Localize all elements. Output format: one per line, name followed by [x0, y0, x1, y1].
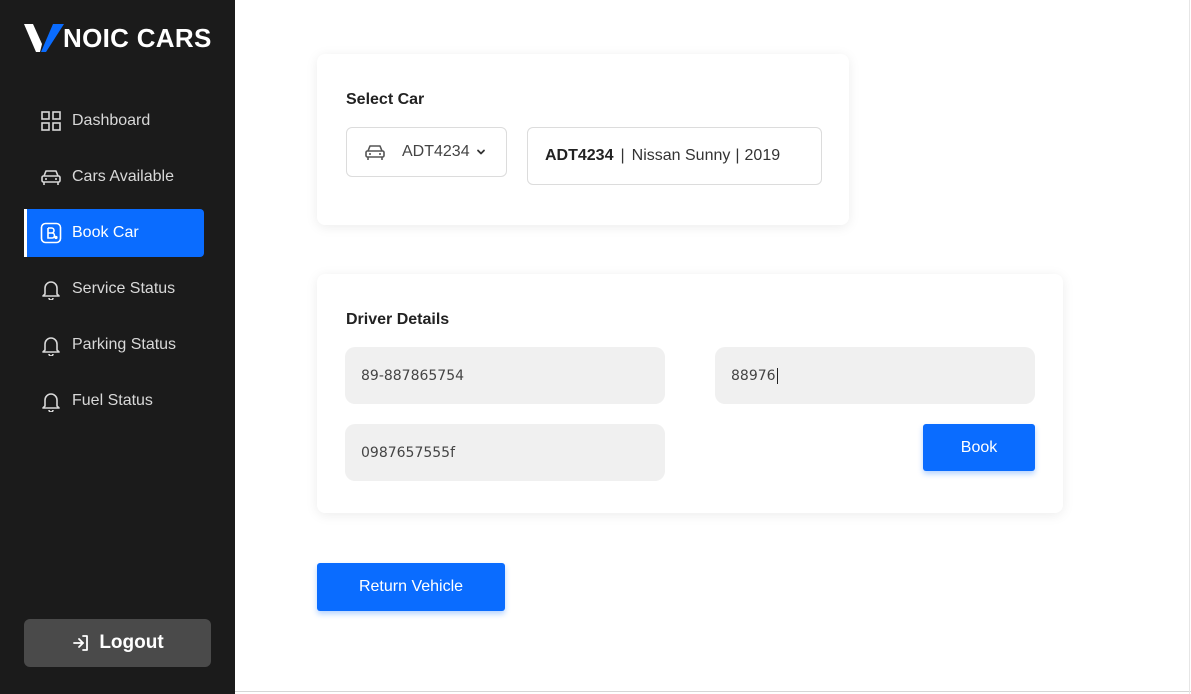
- sidebar-item-service-status[interactable]: Service Status: [24, 265, 204, 313]
- bottom-divider: [235, 691, 1191, 692]
- app-window: NOIC CARS Dashboard Cars Available Book …: [0, 0, 1191, 694]
- right-divider: [1189, 0, 1190, 694]
- sidebar-item-book-car[interactable]: Book Car: [24, 209, 204, 257]
- driver-field-2[interactable]: 88976: [715, 347, 1035, 404]
- book-b-icon: [40, 222, 62, 244]
- driver-field-3[interactable]: 0987657555f: [345, 424, 665, 481]
- sidebar-item-label: Book Car: [72, 224, 139, 241]
- sidebar-item-label: Cars Available: [72, 168, 174, 185]
- select-car-title: Select Car: [346, 91, 425, 108]
- v-logo-icon: [24, 24, 64, 52]
- sidebar-item-label: Dashboard: [72, 112, 151, 129]
- car-details-box: ADT4234 | Nissan Sunny | 2019: [527, 127, 822, 185]
- car-select-dropdown[interactable]: ADT4234: [346, 127, 507, 177]
- driver-details-title: Driver Details: [346, 311, 450, 328]
- driver-field-3-value: 0987657555f: [361, 444, 456, 461]
- book-button-label: Book: [960, 438, 998, 456]
- brand-name: NOIC CARS: [63, 22, 212, 53]
- bell-icon: [40, 390, 62, 412]
- separator: |: [620, 147, 625, 164]
- text-caret: [776, 367, 778, 384]
- driver-details-card: Driver Details 89-887865754 88976 098765…: [317, 274, 1063, 513]
- driver-field-1-value: 89-887865754: [361, 367, 465, 384]
- sidebar-item-label: Parking Status: [72, 336, 177, 353]
- driver-field-2-value: 88976: [731, 367, 776, 384]
- driver-field-1[interactable]: 89-887865754: [345, 347, 665, 404]
- car-icon: [364, 141, 386, 163]
- bell-icon: [40, 278, 62, 300]
- sidebar-item-fuel-status[interactable]: Fuel Status: [24, 377, 204, 425]
- logout-button[interactable]: Logout: [24, 619, 211, 667]
- return-vehicle-label: Return Vehicle: [358, 578, 464, 595]
- return-vehicle-button[interactable]: Return Vehicle: [317, 563, 505, 611]
- brand-logo: NOIC CARS: [24, 20, 212, 56]
- car-model: Nissan Sunny: [631, 147, 731, 164]
- sidebar-item-dashboard[interactable]: Dashboard: [24, 97, 204, 145]
- sidebar-item-label: Fuel Status: [72, 392, 153, 409]
- car-icon: [40, 166, 62, 188]
- sidebar: NOIC CARS Dashboard Cars Available Book …: [0, 0, 235, 694]
- sidebar-item-cars-available[interactable]: Cars Available: [24, 153, 204, 201]
- chevron-down-icon: [475, 146, 487, 158]
- separator: |: [735, 147, 740, 164]
- select-car-card: Select Car ADT4234 ADT4234 | Nissan Sunn…: [317, 54, 849, 225]
- login-arrow-icon: [71, 633, 91, 653]
- car-year: 2019: [744, 147, 781, 164]
- bell-icon: [40, 334, 62, 356]
- book-button[interactable]: Book: [923, 424, 1035, 471]
- selected-car-value: ADT4234: [402, 143, 470, 160]
- sidebar-item-parking-status[interactable]: Parking Status: [24, 321, 204, 369]
- logout-label: Logout: [99, 632, 164, 653]
- dashboard-grid-icon: [40, 110, 62, 132]
- car-plate: ADT4234: [545, 147, 614, 164]
- sidebar-item-label: Service Status: [72, 280, 176, 297]
